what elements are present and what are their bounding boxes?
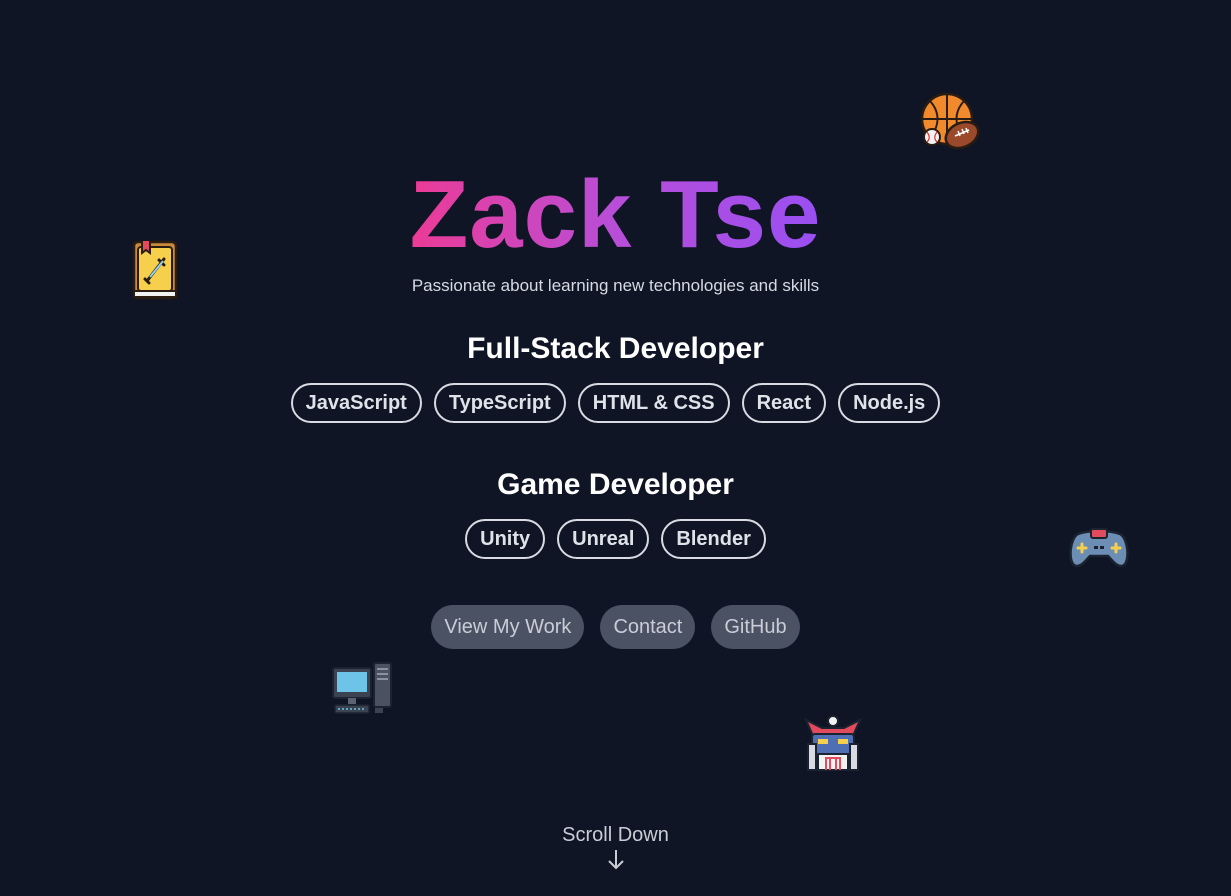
scroll-down-link[interactable]: Scroll Down bbox=[0, 824, 1231, 871]
desktop-computer-icon bbox=[332, 662, 392, 714]
skill-chip-react: React bbox=[741, 383, 827, 423]
arrow-down-icon bbox=[607, 850, 624, 870]
hero-section: Zack Tse Passionate about learning new t… bbox=[0, 0, 1231, 896]
robot-mecha-icon bbox=[804, 715, 862, 771]
skill-chip-typescript: TypeScript bbox=[433, 383, 566, 423]
contact-button[interactable]: Contact bbox=[600, 605, 696, 649]
skill-chip-javascript: JavaScript bbox=[290, 383, 422, 423]
view-my-work-button[interactable]: View My Work bbox=[431, 605, 585, 649]
gamedev-skills: Unity Unreal Blender bbox=[0, 519, 1231, 559]
scroll-down-label: Scroll Down bbox=[562, 824, 669, 846]
role-title-gamedev: Game Developer bbox=[497, 468, 734, 501]
skill-chip-nodejs: Node.js bbox=[838, 383, 941, 423]
github-button[interactable]: GitHub bbox=[711, 605, 800, 649]
hero-tagline: Passionate about learning new technologi… bbox=[411, 276, 820, 295]
skill-chip-html-css: HTML & CSS bbox=[577, 383, 730, 423]
skill-chip-blender: Blender bbox=[661, 519, 766, 559]
skill-chip-unity: Unity bbox=[465, 519, 546, 559]
sports-balls-icon bbox=[920, 92, 980, 150]
skill-chip-unreal: Unreal bbox=[557, 519, 650, 559]
role-title-fullstack: Full-Stack Developer bbox=[467, 332, 764, 365]
fullstack-skills: JavaScript TypeScript HTML & CSS React N… bbox=[0, 383, 1231, 423]
hero-name: Zack Tse bbox=[409, 161, 822, 268]
hero-actions: View My Work Contact GitHub bbox=[0, 605, 1231, 649]
